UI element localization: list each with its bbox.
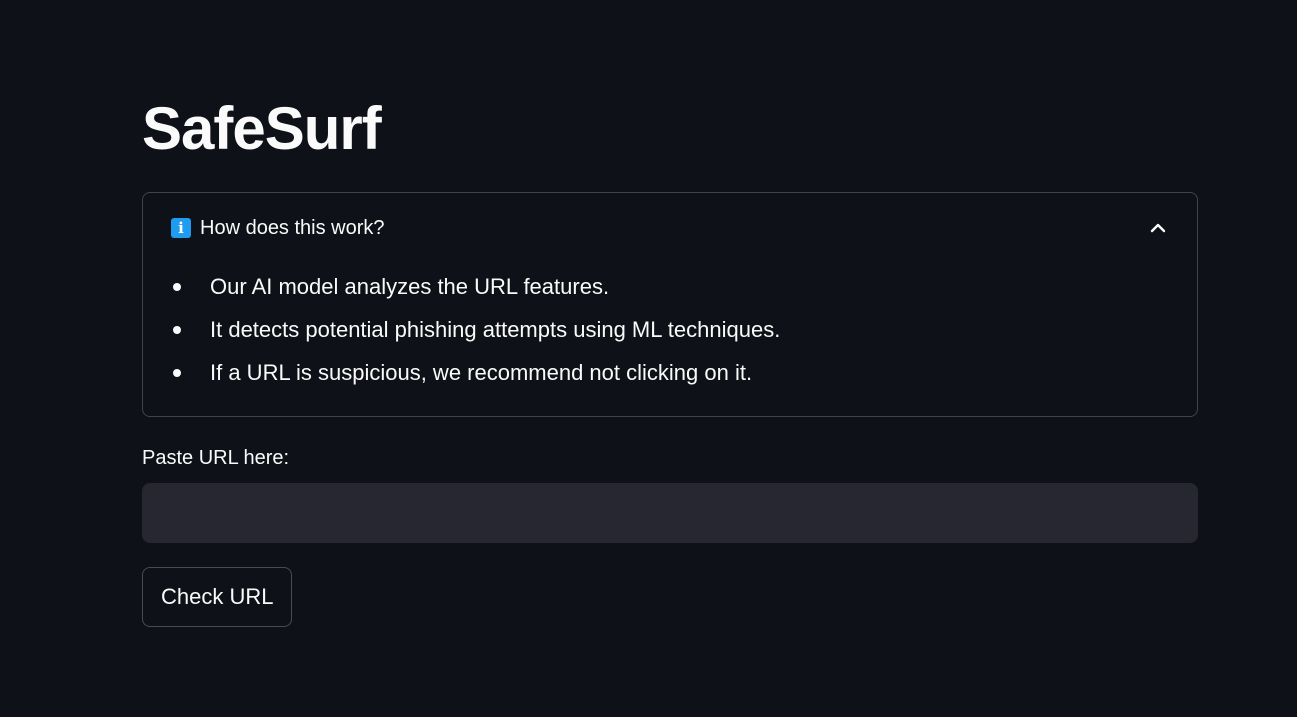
- how-it-works-expander: i How does this work? Our AI model analy…: [142, 192, 1198, 417]
- list-item-text: It detects potential phishing attempts u…: [210, 317, 781, 342]
- bullet-icon: [173, 326, 181, 334]
- bullet-icon: [173, 283, 181, 291]
- explanation-list: Our AI model analyzes the URL features. …: [143, 265, 780, 394]
- url-field-label: Paste URL here:: [142, 447, 290, 469]
- page-title: SafeSurf: [142, 95, 382, 162]
- chevron-up-icon[interactable]: [1149, 219, 1167, 237]
- list-item: If a URL is suspicious, we recommend not…: [143, 351, 780, 394]
- info-icon: i: [171, 218, 191, 238]
- url-input[interactable]: [142, 483, 1198, 543]
- list-item-text: Our AI model analyzes the URL features.: [210, 274, 610, 299]
- bullet-icon: [173, 369, 181, 377]
- list-item: Our AI model analyzes the URL features.: [143, 265, 780, 308]
- list-item-text: If a URL is suspicious, we recommend not…: [210, 360, 753, 385]
- expander-label: How does this work?: [200, 216, 385, 239]
- check-url-button[interactable]: Check URL: [142, 567, 293, 627]
- list-item: It detects potential phishing attempts u…: [143, 308, 780, 351]
- expander-header[interactable]: i How does this work?: [143, 193, 1197, 263]
